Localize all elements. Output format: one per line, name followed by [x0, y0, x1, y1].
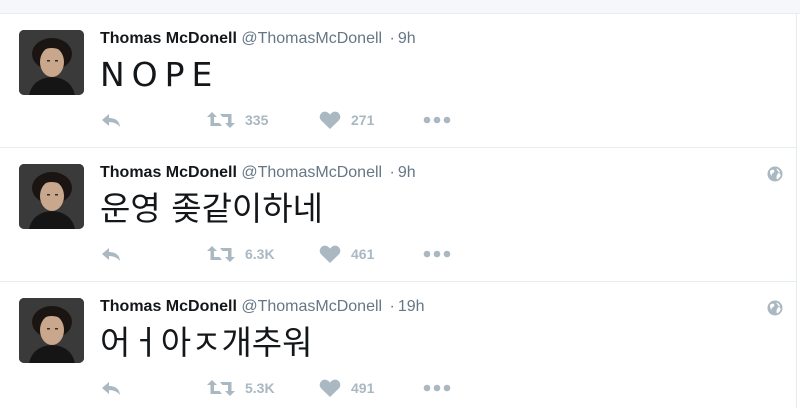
like-count: 271: [351, 112, 375, 128]
like-button[interactable]: 271: [319, 110, 423, 130]
separator-dot: ·: [389, 30, 395, 47]
retweet-icon: [207, 246, 235, 262]
avatar[interactable]: [19, 30, 84, 95]
tweet-actions: 6.3K 461: [100, 244, 451, 264]
like-count: 461: [351, 246, 375, 262]
avatar[interactable]: [19, 298, 84, 363]
retweet-button[interactable]: 335: [207, 110, 319, 130]
reply-icon: [102, 382, 120, 395]
avatar-image: [19, 30, 84, 95]
top-strip: [0, 0, 800, 14]
heart-icon: [319, 111, 341, 129]
author-name[interactable]: Thomas McDonell: [100, 164, 237, 181]
tweet-header: Thomas McDonell @ThomasMcDonell · 19h: [100, 296, 425, 318]
like-button[interactable]: 461: [319, 244, 423, 264]
more-icon: [423, 384, 451, 392]
tweet-header: Thomas McDonell @ThomasMcDonell · 9h: [100, 162, 416, 184]
separator-dot: ·: [389, 298, 395, 315]
tweet-feed: Thomas McDonell @ThomasMcDonell · 9h NOPE…: [0, 14, 797, 408]
retweet-count: 5.3K: [245, 380, 275, 396]
retweet-button[interactable]: 6.3K: [207, 244, 319, 264]
reply-button[interactable]: [100, 110, 207, 130]
retweet-icon: [207, 380, 235, 396]
timestamp[interactable]: 9h: [398, 30, 416, 47]
avatar-image: [19, 298, 84, 363]
tweet-header: Thomas McDonell @ThomasMcDonell · 9h: [100, 28, 416, 50]
retweet-icon: [207, 112, 235, 128]
like-button[interactable]: 491: [319, 378, 423, 398]
separator-dot: ·: [389, 164, 395, 181]
tweet-text: 운영 좆같이하네: [100, 189, 324, 228]
tweet-text: NOPE: [100, 55, 220, 94]
author-handle[interactable]: @ThomasMcDonell: [241, 164, 382, 181]
author-name[interactable]: Thomas McDonell: [100, 30, 237, 47]
more-button[interactable]: [423, 378, 451, 398]
heart-icon: [319, 245, 341, 263]
heart-icon: [319, 379, 341, 397]
tweet[interactable]: Thomas McDonell @ThomasMcDonell · 19h 어ㅓ아…: [0, 282, 796, 408]
tweet[interactable]: Thomas McDonell @ThomasMcDonell · 9h 운영 좆…: [0, 148, 796, 282]
tweet[interactable]: Thomas McDonell @ThomasMcDonell · 9h NOPE…: [0, 14, 796, 148]
globe-icon[interactable]: [767, 166, 783, 182]
avatar-image: [19, 164, 84, 229]
reply-icon: [102, 248, 120, 261]
timestamp[interactable]: 19h: [398, 298, 425, 315]
timestamp[interactable]: 9h: [398, 164, 416, 181]
retweet-button[interactable]: 5.3K: [207, 378, 319, 398]
globe-icon[interactable]: [767, 300, 783, 316]
author-handle[interactable]: @ThomasMcDonell: [241, 30, 382, 47]
retweet-count: 335: [245, 112, 269, 128]
tweet-text: 어ㅓ아ㅈ개추워: [100, 323, 313, 362]
author-handle[interactable]: @ThomasMcDonell: [241, 298, 382, 315]
more-button[interactable]: [423, 244, 451, 264]
like-count: 491: [351, 380, 375, 396]
reply-button[interactable]: [100, 378, 207, 398]
reply-icon: [102, 114, 120, 127]
more-icon: [423, 116, 451, 124]
avatar[interactable]: [19, 164, 84, 229]
retweet-count: 6.3K: [245, 246, 275, 262]
reply-button[interactable]: [100, 244, 207, 264]
tweet-actions: 5.3K 491: [100, 378, 451, 398]
more-icon: [423, 250, 451, 258]
more-button[interactable]: [423, 110, 451, 130]
tweet-actions: 335 271: [100, 110, 451, 130]
author-name[interactable]: Thomas McDonell: [100, 298, 237, 315]
